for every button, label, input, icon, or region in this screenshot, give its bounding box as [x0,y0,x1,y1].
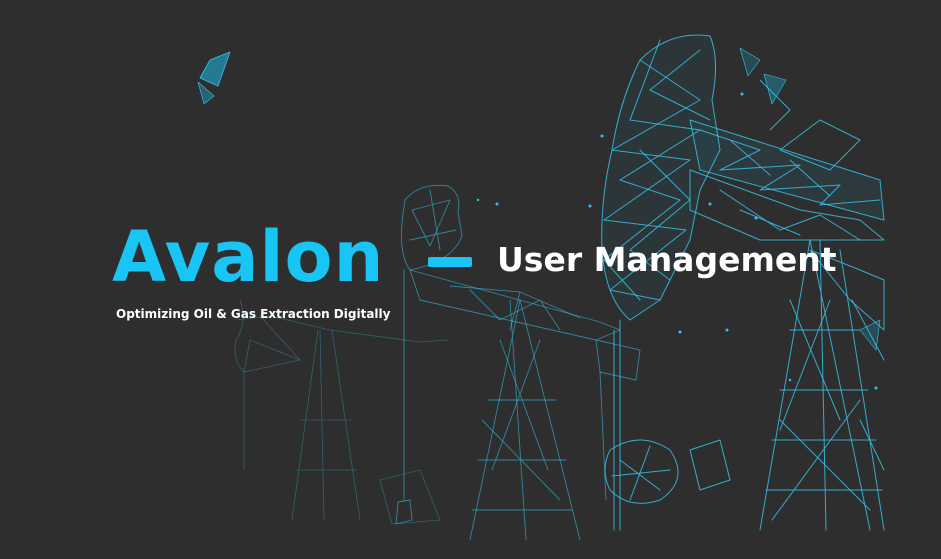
hero-banner: Avalon User Management Optimizing Oil & … [0,0,941,559]
tagline: Optimizing Oil & Gas Extraction Digitall… [116,307,391,321]
title-dash-separator [428,257,472,267]
section-title: User Management [497,240,837,279]
pumpjack-right [601,34,885,531]
floating-shard-icon [197,47,881,351]
brand-title: Avalon [112,216,385,298]
pumpjack-far-left [234,299,449,525]
